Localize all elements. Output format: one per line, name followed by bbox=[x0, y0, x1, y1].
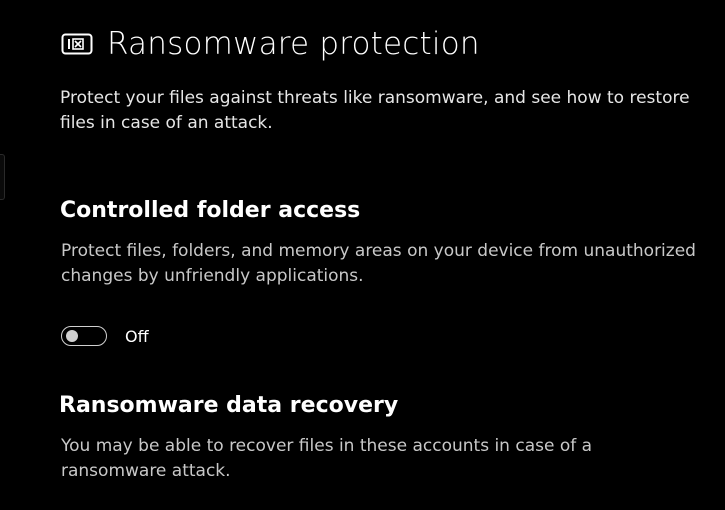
toggle-state-label: Off bbox=[125, 326, 149, 346]
ransomware-protection-page: Ransomware protection Protect your files… bbox=[0, 0, 725, 510]
ransomware-data-recovery-heading: Ransomware data recovery bbox=[59, 393, 399, 418]
page-description: Protect your files against threats like … bbox=[60, 88, 690, 133]
controlled-folder-access-toggle-row: Off bbox=[61, 326, 149, 346]
page-header: Ransomware protection bbox=[61, 26, 480, 62]
controlled-folder-access-description: Protect files, folders, and memory areas… bbox=[61, 241, 696, 286]
toggle-knob bbox=[66, 330, 78, 342]
controlled-folder-access-heading: Controlled folder access bbox=[60, 198, 361, 223]
ransomware-data-recovery-description: You may be able to recover files in thes… bbox=[61, 436, 593, 481]
ransomware-protection-icon bbox=[61, 31, 93, 57]
window-edge-handle bbox=[0, 154, 5, 200]
controlled-folder-access-toggle[interactable] bbox=[61, 326, 107, 346]
page-title: Ransomware protection bbox=[107, 26, 480, 62]
